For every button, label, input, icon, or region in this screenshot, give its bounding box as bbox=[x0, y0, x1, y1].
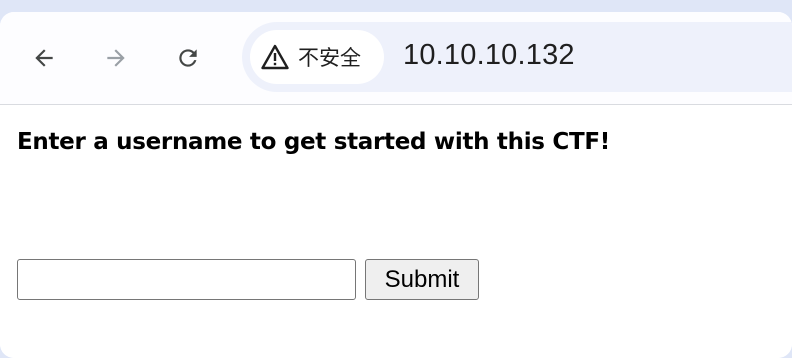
browser-window: 不安全 10.10.10.132 Enter a username to get… bbox=[0, 12, 792, 358]
arrow-right-icon bbox=[107, 49, 125, 67]
submit-button[interactable]: Submit bbox=[365, 259, 479, 300]
security-label: 不安全 bbox=[298, 46, 361, 70]
arrow-left-icon bbox=[35, 49, 53, 67]
security-chip[interactable]: 不安全 bbox=[250, 30, 384, 84]
reload-icon bbox=[179, 49, 197, 67]
page-content: Enter a username to get started with thi… bbox=[0, 105, 792, 358]
username-input[interactable] bbox=[17, 259, 356, 300]
forward-button[interactable] bbox=[96, 38, 136, 78]
address-bar[interactable]: 不安全 10.10.10.132 bbox=[242, 22, 792, 92]
browser-toolbar: 不安全 10.10.10.132 bbox=[0, 12, 792, 105]
warning-triangle-icon bbox=[260, 42, 290, 72]
url-text[interactable]: 10.10.10.132 bbox=[403, 39, 575, 72]
reload-button[interactable] bbox=[168, 38, 208, 78]
page-heading: Enter a username to get started with thi… bbox=[17, 129, 610, 155]
back-button[interactable] bbox=[24, 38, 64, 78]
